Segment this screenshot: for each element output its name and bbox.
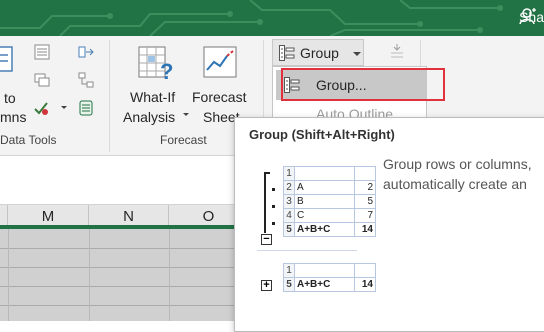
consolidate-icon[interactable] bbox=[78, 44, 94, 60]
tooltip-description: automatically create an bbox=[383, 176, 527, 192]
what-if-line2[interactable]: Analysis bbox=[123, 109, 175, 125]
group-icon bbox=[279, 45, 295, 61]
outline-dot bbox=[272, 222, 275, 225]
expand-plus-icon: + bbox=[261, 280, 272, 291]
svg-text:?: ? bbox=[160, 59, 173, 82]
title-bar: Sha bbox=[0, 0, 544, 36]
share-button[interactable]: Sha bbox=[519, 7, 544, 27]
chevron-down-icon bbox=[353, 52, 361, 56]
outline-bracket-top bbox=[264, 172, 270, 174]
text-to-columns-to[interactable]: to bbox=[4, 90, 16, 106]
what-if-caret-icon[interactable] bbox=[183, 113, 189, 116]
flash-fill-icon[interactable] bbox=[34, 44, 50, 60]
data-tools-group-label: Data Tools bbox=[0, 133, 57, 147]
data-validation-icon[interactable] bbox=[33, 100, 49, 116]
data-model-icon[interactable] bbox=[78, 100, 94, 116]
what-if-line1[interactable]: What-If bbox=[130, 89, 175, 105]
text-to-columns-label[interactable]: mns bbox=[0, 109, 26, 125]
group-separator bbox=[109, 40, 110, 152]
outline-dot bbox=[272, 205, 275, 208]
group-button-label: Group bbox=[300, 45, 339, 61]
tooltip-description: Group rows or columns, bbox=[383, 156, 532, 172]
outline-dot bbox=[272, 188, 275, 191]
relationships-icon[interactable] bbox=[78, 72, 94, 88]
outline-bracket bbox=[264, 172, 266, 233]
group-dropdown-button[interactable]: Group bbox=[272, 39, 364, 66]
example-divider bbox=[257, 250, 357, 251]
forecast-group-label: Forecast bbox=[160, 133, 207, 147]
show-detail-icon[interactable] bbox=[389, 43, 405, 59]
circuit-pattern bbox=[0, 0, 503, 36]
dropdown-caret-icon[interactable] bbox=[61, 106, 67, 109]
forecast-sheet-line1[interactable]: Forecast bbox=[192, 89, 246, 105]
collapse-minus-icon: − bbox=[261, 234, 272, 245]
example-grouped-table: 1 2A2 3B5 4C7 5 A+B+C 14 bbox=[283, 166, 376, 237]
person-icon bbox=[519, 8, 537, 25]
forecast-sheet-icon[interactable] bbox=[203, 46, 237, 78]
text-to-columns-icon[interactable] bbox=[0, 45, 16, 75]
tooltip bbox=[234, 117, 544, 332]
what-if-analysis-icon[interactable]: ? bbox=[138, 46, 176, 82]
example-collapsed-table: 1 5 A+B+C 14 bbox=[283, 263, 376, 292]
tooltip-title: Group (Shift+Alt+Right) bbox=[249, 127, 395, 142]
remove-duplicates-icon[interactable] bbox=[34, 72, 50, 88]
highlight-box bbox=[281, 68, 445, 101]
